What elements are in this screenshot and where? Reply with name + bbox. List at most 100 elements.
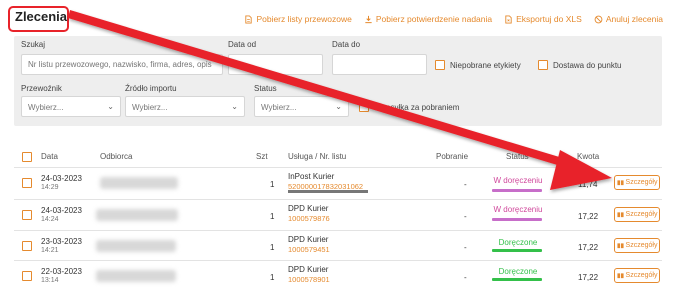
chevron-down-icon: ⌄	[335, 102, 342, 111]
time-value: 14:29	[41, 184, 59, 191]
page-title: Zlecenia	[15, 9, 68, 24]
row-cod: -	[464, 180, 467, 189]
cancel-orders-label: Anuluj zlecenia	[605, 14, 663, 24]
status-label: Status	[254, 84, 277, 93]
export-xls-label: Eksportuj do XLS	[516, 14, 582, 24]
row-qty: 1	[270, 243, 275, 252]
row-amount: 17,22	[578, 212, 599, 221]
carrier-label: Przewoźnik	[21, 84, 62, 93]
document-icon	[245, 14, 253, 24]
date-value: 24-03-2023	[41, 206, 82, 215]
cod-checkbox[interactable]: Przesyłka za pobraniem	[359, 102, 459, 112]
row-service: DPD Kurier 1000579451	[288, 235, 330, 254]
courier-name: DPD Kurier	[288, 204, 329, 213]
download-icon	[365, 15, 372, 23]
row-checkbox[interactable]	[22, 241, 32, 251]
select-all-checkbox[interactable]	[22, 152, 32, 162]
recipient-redacted	[100, 177, 178, 189]
download-labels-label: Pobierz listy przewozowe	[256, 14, 352, 24]
header-qty: Szt	[256, 152, 268, 161]
row-qty: 1	[270, 212, 275, 221]
row-qty: 1	[270, 273, 275, 282]
download-confirmation-label: Pobierz potwierdzenie nadania	[375, 14, 493, 24]
date-value: 23-03-2023	[41, 237, 82, 246]
book-icon	[616, 243, 624, 249]
import-source-select[interactable]: Wybierz... ⌄	[125, 96, 245, 117]
download-labels-link[interactable]: Pobierz listy przewozowe	[244, 14, 352, 24]
import-source-value: Wybierz...	[132, 103, 168, 112]
details-label: Szczegóły	[625, 211, 658, 218]
row-checkbox[interactable]	[22, 178, 32, 188]
time-value: 13:14	[41, 277, 59, 284]
book-icon	[616, 273, 624, 279]
unpicked-labels-checkbox[interactable]: Niepobrane etykiety	[435, 60, 521, 70]
time-value: 14:24	[41, 216, 59, 223]
status-bar	[492, 278, 542, 281]
download-confirmation-link[interactable]: Pobierz potwierdzenie nadania	[364, 14, 492, 24]
details-label: Szczegóły	[625, 179, 658, 186]
top-bar: Zlecenia Pobierz listy przewozowe Pobier…	[0, 0, 675, 34]
table-row[interactable]: 22-03-2023 13:14 1 DPD Kurier 1000578901 -…	[14, 260, 662, 288]
row-service: DPD Kurier 1000579876	[288, 204, 330, 223]
tracking-number[interactable]: 1000578901	[288, 275, 330, 284]
chevron-down-icon: ⌄	[231, 102, 238, 111]
details-button[interactable]: Szczegóły	[614, 268, 660, 283]
search-input[interactable]	[21, 54, 223, 75]
courier-name: InPost Kurier	[288, 172, 335, 181]
cancel-orders-link[interactable]: Anuluj zlecenia	[594, 14, 663, 24]
date-from-input[interactable]	[228, 54, 323, 75]
courier-name: DPD Kurier	[288, 235, 329, 244]
cancel-icon	[594, 15, 603, 23]
tracking-number[interactable]: 1000579876	[288, 214, 330, 223]
tracking-number[interactable]: 1000579451	[288, 245, 330, 254]
cod-label: Przesyłka za pobraniem	[374, 102, 460, 112]
courier-name: DPD Kurier	[288, 265, 329, 274]
row-service: InPost Kurier 520000017832031062	[288, 172, 363, 191]
row-amount: 17,22	[578, 243, 599, 252]
time-value: 14:21	[41, 247, 59, 254]
toolbar-actions: Pobierz listy przewozowe Pobierz potwier…	[244, 14, 663, 24]
recipient-redacted	[96, 240, 176, 252]
chevron-down-icon: ⌄	[107, 102, 114, 111]
row-cod: -	[464, 243, 467, 252]
date-value: 22-03-2023	[41, 267, 82, 276]
filters-panel: Szukaj Data od Data do Niepobrane etykie…	[14, 36, 662, 126]
header-recipient: Odbiorca	[100, 152, 133, 161]
delivery-to-point-checkbox[interactable]: Dostawa do punktu	[538, 60, 622, 70]
status-value: Wybierz...	[261, 103, 297, 112]
details-button[interactable]: Szczegóły	[614, 175, 660, 190]
details-button[interactable]: Szczegóły	[614, 238, 660, 253]
status-select[interactable]: Wybierz... ⌄	[254, 96, 349, 117]
carrier-select[interactable]: Wybierz... ⌄	[21, 96, 121, 117]
row-date: 22-03-2023 13:14	[41, 267, 82, 284]
details-label: Szczegóły	[625, 272, 658, 279]
file-icon	[505, 14, 512, 24]
book-icon	[616, 180, 624, 186]
search-label: Szukaj	[21, 40, 46, 49]
row-date: 24-03-2023 14:29	[41, 174, 82, 191]
row-cod: -	[464, 273, 467, 282]
table-header: Data Odbiorca Szt Usługa / Nr. listu Pob…	[14, 147, 662, 167]
table-row[interactable]: 24-03-2023 14:24 1 DPD Kurier 1000579876 -…	[14, 199, 662, 228]
row-date: 24-03-2023 14:24	[41, 206, 82, 223]
row-checkbox[interactable]	[22, 210, 32, 220]
tracking-underline	[288, 190, 368, 193]
row-checkbox[interactable]	[22, 271, 32, 281]
table-row[interactable]: 23-03-2023 14:21 1 DPD Kurier 1000579451 -…	[14, 230, 662, 259]
row-qty: 1	[270, 180, 275, 189]
header-service: Usługa / Nr. listu	[288, 152, 347, 161]
table-row[interactable]: 24-03-2023 14:29 1 InPost Kurier 520000017…	[14, 167, 662, 196]
header-date: Data	[41, 152, 58, 161]
header-cod: Pobranie	[436, 152, 469, 161]
carrier-value: Wybierz...	[28, 103, 64, 112]
status-bar	[492, 189, 542, 192]
checkbox-box	[435, 60, 445, 70]
date-to-input[interactable]	[332, 54, 427, 75]
book-icon	[616, 212, 624, 218]
header-amount: Kwota	[577, 152, 600, 161]
details-label: Szczegóły	[625, 242, 658, 249]
details-button[interactable]: Szczegóły	[614, 207, 660, 222]
export-xls-link[interactable]: Eksportuj do XLS	[504, 14, 582, 24]
date-value: 24-03-2023	[41, 174, 82, 183]
header-status: Status	[506, 152, 529, 161]
